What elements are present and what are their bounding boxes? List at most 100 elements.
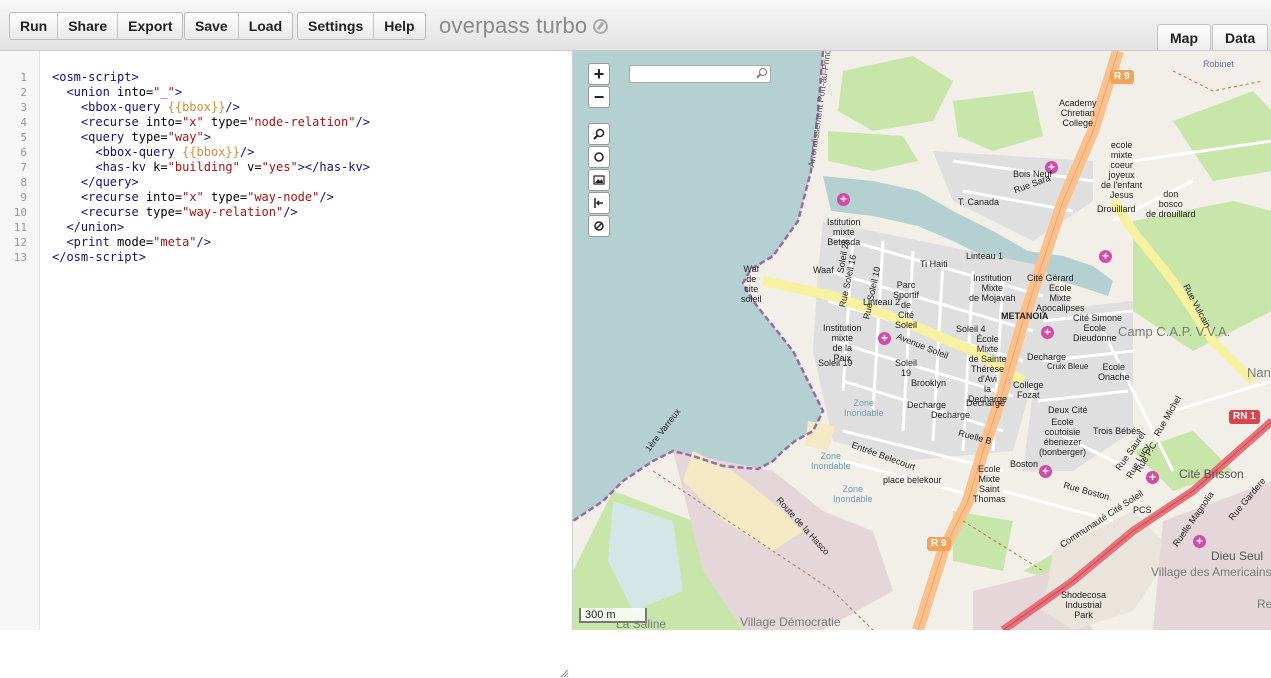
run-button[interactable]: Run [10, 13, 57, 39]
map-label: Boston [1010, 459, 1039, 469]
place-of-worship-icon[interactable]: + [1039, 465, 1052, 478]
map-label: ecole mixte coeur joyeux de l'enfant Jes… [1101, 140, 1143, 200]
place-of-worship-icon[interactable]: + [837, 193, 850, 206]
map-label: Village Démocratie [740, 615, 841, 629]
map-label: Cruix Bleue [1047, 362, 1089, 371]
map-tools [588, 123, 610, 238]
map-label: Waaf [813, 265, 834, 275]
place-of-worship-icon[interactable]: + [1193, 535, 1206, 548]
code-line[interactable]: <union into="_"> [52, 85, 182, 100]
run-share-export-group: Run Share Export [9, 12, 184, 40]
map-label: Shodecosa Industrial Park [1061, 590, 1107, 620]
line-number: 4 [20, 116, 27, 129]
map-label: Ecole Dieudonne [1073, 323, 1117, 343]
map-label: place belekour [883, 475, 942, 485]
map-label: Trois Bébés [1093, 426, 1141, 436]
export-button[interactable]: Export [117, 13, 182, 39]
tab-data[interactable]: Data [1212, 24, 1269, 50]
zoom-out-button[interactable]: − [588, 86, 610, 108]
map-label: Deux Cité [1048, 405, 1088, 415]
code-line[interactable]: <recurse into="x" type="node-relation"/> [52, 115, 370, 130]
place-of-worship-icon[interactable]: + [1146, 471, 1159, 484]
circle-icon [594, 152, 604, 162]
map-label: Cité Simone [1073, 313, 1123, 323]
code-line[interactable]: <bbox-query {{bbox}}/> [52, 100, 240, 115]
line-number: 1 [20, 71, 27, 84]
line-number: 7 [20, 161, 27, 174]
tab-map[interactable]: Map [1157, 24, 1211, 50]
map-label: Robinet [1203, 59, 1235, 69]
toolbar: Run Share Export Save Load Settings Help… [0, 0, 1271, 51]
code-line[interactable]: <query type="way"> [52, 130, 211, 145]
map-label: Cité Gérard [1027, 273, 1074, 283]
search-icon[interactable] [759, 68, 767, 76]
fit-bounds-button[interactable] [588, 192, 610, 214]
arrow-to-edge-icon [594, 198, 603, 208]
map-label: don bosco de drouillard [1146, 189, 1196, 219]
scale-bar: 300 m [579, 608, 647, 623]
place-of-worship-icon[interactable]: + [878, 332, 891, 345]
code-line[interactable]: </osm-script> [52, 250, 146, 265]
magnifier-icon [593, 128, 605, 140]
save-button[interactable]: Save [185, 13, 238, 39]
r9-top-shield: R 9 [1110, 70, 1134, 84]
map-label: Waf de cite soleil [741, 264, 762, 304]
code-line[interactable]: <bbox-query {{bbox}}/> [52, 145, 254, 160]
line-number: 3 [20, 101, 27, 114]
map-label: Camp C.A.P. V.V.A. [1118, 324, 1231, 339]
map-label: Soleil 19 [895, 358, 918, 378]
load-button[interactable]: Load [237, 13, 292, 39]
code-line[interactable]: <recurse into="x" type="way-node"/> [52, 190, 334, 205]
zoom-to-data-button[interactable] [588, 123, 610, 145]
line-number: 13 [13, 251, 27, 264]
map-label: Academy Chretian College [1059, 98, 1097, 128]
zoom-in-button[interactable]: + [588, 63, 610, 85]
export-image-button[interactable] [588, 169, 610, 191]
rn1-shield: RN 1 [1229, 410, 1260, 424]
map-label: Ecole Mixte Saint Thomas [973, 464, 1006, 504]
resize-handle-icon[interactable] [559, 668, 569, 678]
map-label: Decharge [966, 398, 1006, 408]
map-label: Decharge [931, 410, 971, 420]
map-label: Ecole coutoisie ébenezer (bonberger) [1039, 417, 1087, 457]
map-label: Institution mixte de la Paix [823, 323, 862, 363]
map-label: College Fozat [1013, 380, 1044, 400]
code-line[interactable]: <osm-script> [52, 70, 139, 85]
app-title: overpass turbo [439, 13, 609, 39]
map-label: METANOIA [1001, 311, 1049, 321]
code-line[interactable]: <has-kv k="building" v="yes"></has-kv> [52, 160, 370, 175]
map-label: Drouillard [1097, 204, 1136, 214]
locate-button[interactable] [588, 146, 610, 168]
app-title-text: overpass turbo [439, 13, 588, 38]
share-button[interactable]: Share [57, 13, 117, 39]
r9-bottom-shield: R 9 [927, 537, 951, 551]
help-button[interactable]: Help [373, 13, 424, 39]
line-number: 5 [20, 131, 27, 144]
map-view[interactable]: R 9 R 9 RN 1 + + + + + + + + Robinet Aca… [572, 51, 1271, 630]
map-label: PCS [1133, 505, 1152, 515]
settings-help-group: Settings Help [297, 12, 426, 40]
code-line[interactable]: </query> [52, 175, 139, 190]
code-line[interactable]: <recurse type="way-relation"/> [52, 205, 298, 220]
map-label: Ecole Onache [1098, 362, 1130, 382]
save-load-group: Save Load [184, 12, 294, 40]
code-line[interactable]: </union> [52, 220, 124, 235]
code-line[interactable]: <print mode="meta"/> [52, 235, 211, 250]
map-label: Zone Inondable [833, 484, 873, 504]
clear-data-button[interactable] [588, 215, 610, 237]
place-of-worship-icon[interactable]: + [1099, 250, 1112, 263]
map-search-input[interactable] [629, 65, 771, 83]
map-label: Decharge [1027, 352, 1067, 362]
line-number: 12 [13, 236, 27, 249]
settings-button[interactable]: Settings [298, 13, 373, 39]
image-icon [593, 175, 605, 185]
line-number: 10 [13, 206, 27, 219]
map-label: Parc Sportif de Cité Soleil [893, 280, 920, 330]
map-label: Soleil 19 [818, 358, 853, 368]
code-editor[interactable]: 1 <osm-script> 2 <union into="_"> 3 <bbox-q… [0, 51, 572, 678]
no-entry-icon [594, 221, 604, 231]
map-label: Dieu Seul [1211, 549, 1264, 563]
map-label: Zone Inondable [811, 451, 851, 471]
place-of-worship-icon[interactable]: + [1041, 326, 1054, 339]
line-number: 11 [13, 221, 27, 234]
